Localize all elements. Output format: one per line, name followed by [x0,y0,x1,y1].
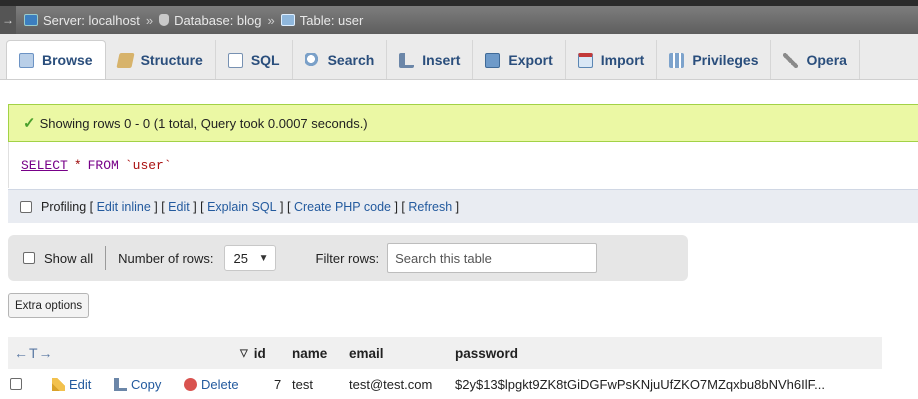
import-icon [577,52,593,68]
tab-label: Opera [806,52,847,68]
column-password[interactable]: password [455,337,518,369]
breadcrumb-server-label: Server: localhost [43,12,140,28]
create-php-code-link[interactable]: Create PHP code [294,200,391,214]
chevron-down-icon: ▼ [258,252,269,264]
tab-insert[interactable]: Insert [387,40,474,79]
sort-icon: ▽ [240,347,248,359]
sql-table-name: `user` [124,157,172,173]
breadcrumb-table[interactable]: Table: user [280,12,364,28]
row-checkbox-cell [10,369,31,399]
tab-label: Structure [140,52,203,68]
tab-export[interactable]: Export [473,40,566,79]
sql-from-keyword: FROM [87,157,119,173]
column-id[interactable]: ▽ id [240,337,266,369]
copy-label: Copy [131,376,162,392]
tab-operations[interactable]: Opera [771,40,860,79]
row-copy-button[interactable]: Copy [114,369,161,399]
copy-icon [114,377,127,391]
column-id-label: id [253,345,266,361]
row-edit-button[interactable]: Edit [52,369,91,399]
rows-select[interactable]: 25 ▼ [223,245,276,271]
edit-label: Edit [69,376,92,392]
browse-icon [19,52,34,68]
breadcrumb-database-label: Database: blog [174,12,262,28]
rows-select-value: 25 [233,250,248,266]
explain-sql-link[interactable]: Explain SQL [207,200,276,214]
search-icon [304,52,320,68]
cell-name: test [292,376,313,392]
rows-label: Number of rows: [118,250,214,266]
extra-options-button[interactable]: Extra options [8,293,90,318]
tab-sql[interactable]: SQL [216,40,293,79]
edit-inline-link[interactable]: Edit inline [97,200,151,214]
sql-query: SELECT * FROM `user` [8,142,918,188]
table-icon [280,14,295,26]
profiling-bar: Profiling [ Edit inline ] [ Edit ] [ Exp… [8,189,918,223]
column-name[interactable]: name [292,337,327,369]
filter-label: Filter rows: [315,250,380,266]
sql-select-keyword[interactable]: SELECT [21,158,68,173]
show-all-label[interactable]: Show all [44,251,93,266]
row-checkbox[interactable] [10,378,22,390]
delete-icon [184,377,197,391]
checkmark-icon: ✓ [23,115,36,132]
tab-bar: Browse Structure SQL Search Insert Expor… [0,34,918,80]
insert-icon [399,52,415,68]
show-all-checkbox[interactable] [23,252,35,264]
profiling-label[interactable]: Profiling [41,200,86,214]
edit-link[interactable]: Edit [168,200,190,214]
collapse-arrow-icon[interactable]: → [0,6,16,34]
table-row: Edit Copy Delete 7 test test@test.com $2… [8,369,882,399]
structure-icon [115,52,135,68]
breadcrumb-server[interactable]: Server: localhost [24,13,140,28]
breadcrumb-separator: » [145,12,154,28]
column-email[interactable]: email [349,337,384,369]
tab-privileges[interactable]: Privileges [657,40,772,79]
export-icon [485,52,501,68]
tab-import[interactable]: Import [566,40,658,79]
success-message-text: Showing rows 0 - 0 (1 total, Query took … [39,115,368,131]
divider [105,246,107,270]
profiling-checkbox[interactable] [20,200,32,213]
cell-password: $2y$13$lpgkt9ZK8tGiDGFwPsKNjuUfZKO7MZqxb… [455,376,825,392]
server-icon [24,14,38,26]
tab-label: Import [600,52,645,68]
navigation-bar: Show all Number of rows: 25 ▼ Filter row… [8,235,688,281]
sql-star: * [73,157,82,173]
cell-id: 7 [274,376,282,392]
filter-input[interactable]: Search this table [387,243,598,273]
row-delete-button[interactable]: Delete [184,369,239,399]
tab-label: Privileges [692,52,759,68]
table-header: ←T→ ▽ id name email password [8,337,882,369]
tab-label: Search [327,52,375,68]
tab-browse[interactable]: Browse [6,40,106,79]
breadcrumb-table-label: Table: user [299,12,364,28]
breadcrumb: → Server: localhost » Database: blog » T… [0,6,918,34]
breadcrumb-database[interactable]: Database: blog [159,12,262,28]
tab-label: Insert [422,52,461,68]
database-icon [159,14,170,26]
operations-icon [783,52,799,68]
cell-email: test@test.com [349,376,433,392]
tab-label: Export [508,52,553,68]
sql-icon [227,52,243,68]
success-message: ✓ Showing rows 0 - 0 (1 total, Query too… [8,104,918,142]
column-arrows[interactable]: ←T→ [14,337,54,369]
delete-label: Delete [201,376,239,392]
tab-label: Browse [42,52,93,68]
tab-label: SQL [250,52,280,68]
refresh-link[interactable]: Refresh [408,200,452,214]
privileges-icon [669,52,685,68]
breadcrumb-separator: » [267,12,275,28]
pencil-icon [52,377,65,391]
tab-search[interactable]: Search [293,40,388,79]
tab-structure[interactable]: Structure [106,40,216,79]
